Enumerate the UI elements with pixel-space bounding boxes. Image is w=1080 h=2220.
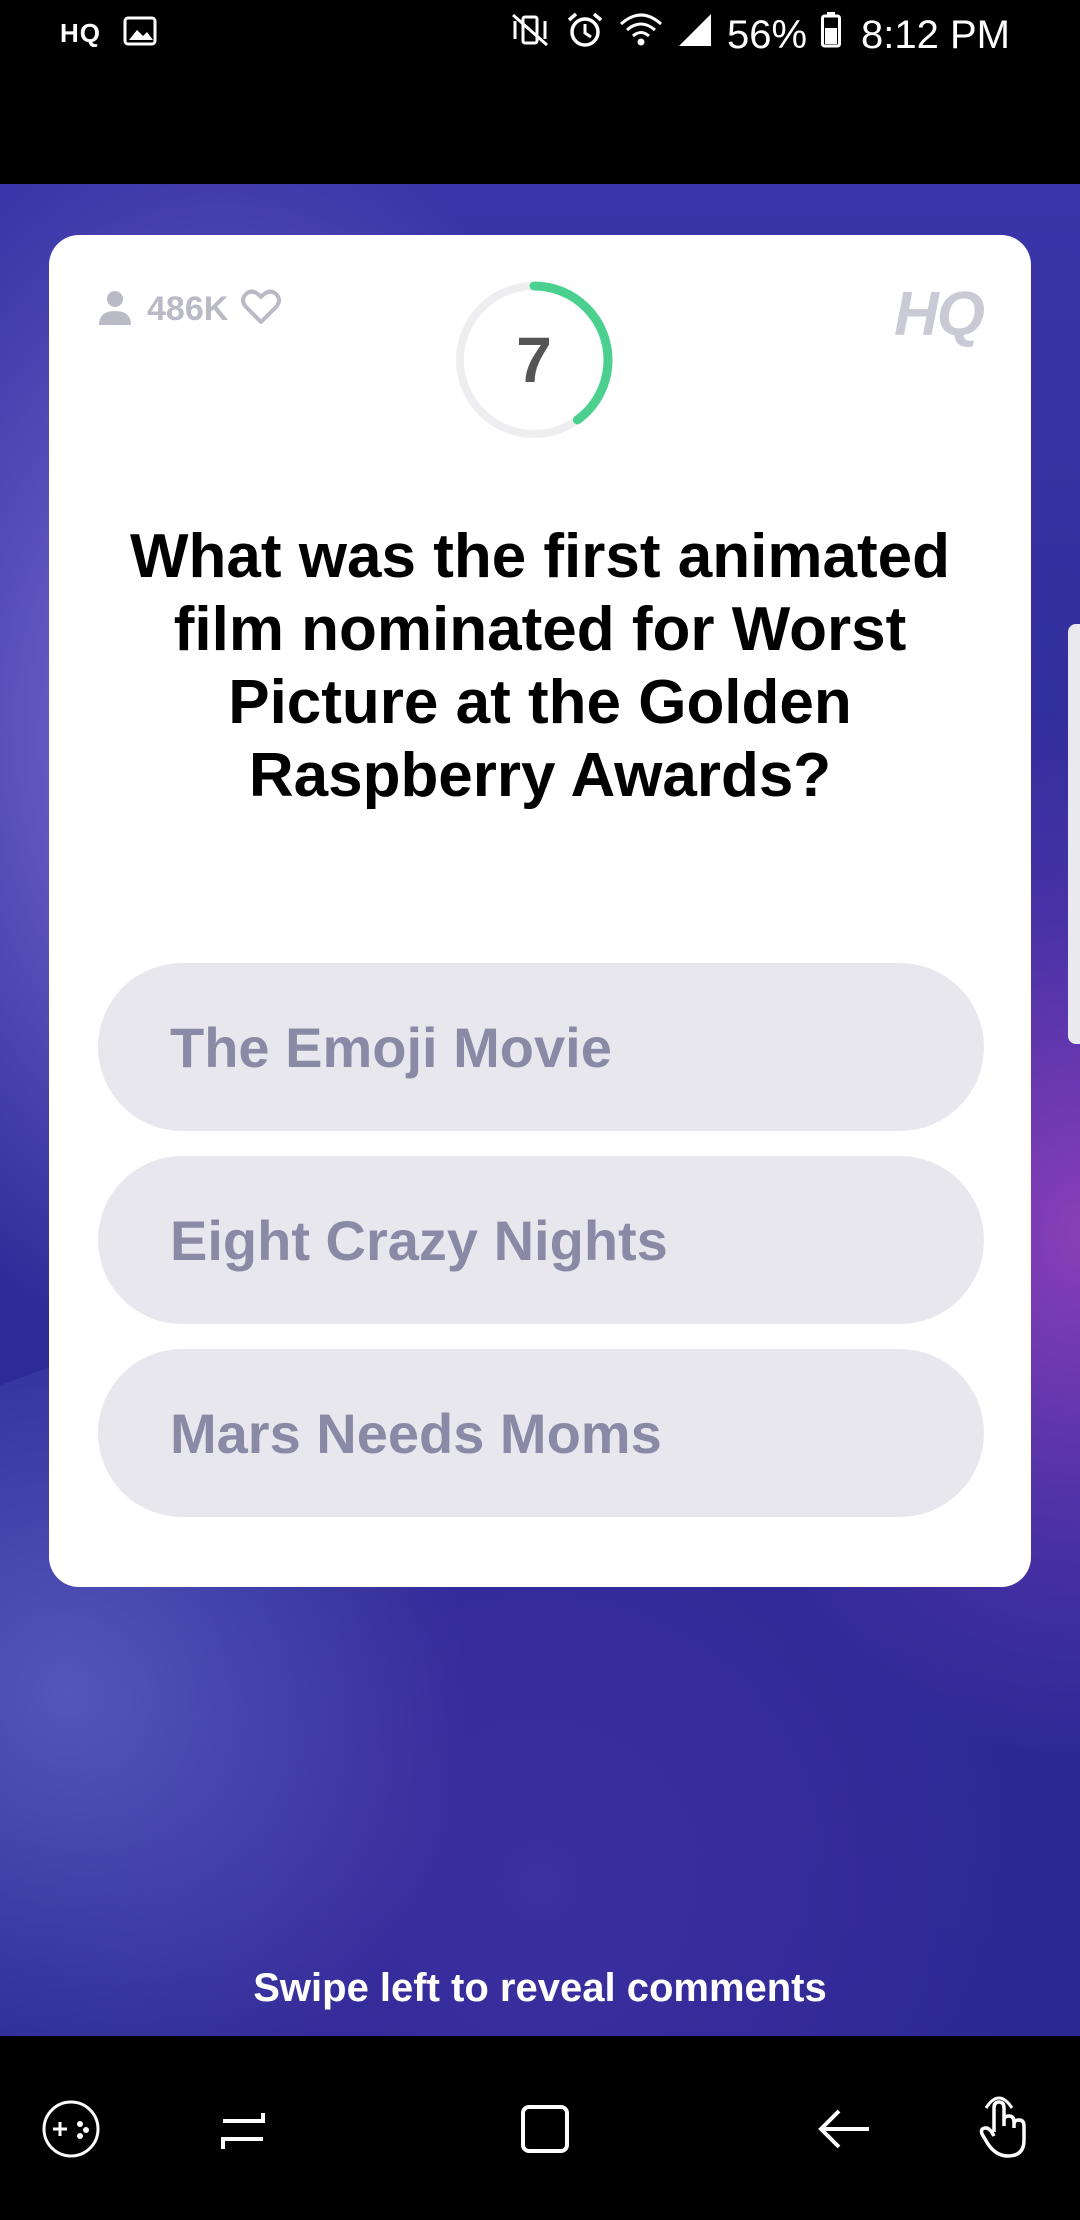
- heart-icon[interactable]: [240, 288, 282, 331]
- home-icon[interactable]: [500, 2084, 590, 2174]
- hq-notification-icon: HQ: [60, 18, 101, 48]
- edge-panel-handle[interactable]: [1068, 624, 1080, 1044]
- wifi-icon: [619, 12, 663, 58]
- answer-option-3[interactable]: Mars Needs Moms: [98, 1349, 984, 1517]
- question-card: 486K 7 HQ What was the first animated fi…: [49, 235, 1031, 1587]
- hq-logo: HQ: [894, 280, 985, 349]
- signal-icon: [677, 12, 713, 58]
- answer-option-1[interactable]: The Emoji Movie: [98, 963, 984, 1131]
- touch-gesture-icon[interactable]: [962, 2084, 1052, 2174]
- battery-percent: 56%: [726, 12, 808, 57]
- answer-option-2[interactable]: Eight Crazy Nights: [98, 1156, 984, 1324]
- alarm-icon: [565, 10, 605, 60]
- navigation-bar: [0, 2036, 1080, 2220]
- clock: 8:12 PM: [861, 12, 1010, 57]
- battery-icon: [821, 12, 842, 58]
- gallery-notification-icon: [123, 16, 157, 51]
- question-text: What was the first animated film nominat…: [130, 522, 950, 810]
- timer-seconds: 7: [516, 324, 552, 396]
- viewer-count: 486K: [147, 290, 229, 328]
- answer-list: The Emoji Movie Eight Crazy Nights Mars …: [98, 963, 984, 1542]
- status-bar: HQ 56% 8:12 PM: [0, 0, 1080, 72]
- viewer-counter: 486K: [95, 287, 282, 332]
- swipe-hint: Swipe left to reveal comments: [253, 1966, 827, 2010]
- back-icon[interactable]: [800, 2084, 890, 2174]
- person-icon: [95, 287, 135, 332]
- recent-apps-icon[interactable]: [198, 2084, 288, 2174]
- vibrate-mute-icon: [509, 11, 551, 59]
- game-tools-icon[interactable]: [26, 2084, 116, 2174]
- countdown-timer: 7: [454, 280, 614, 440]
